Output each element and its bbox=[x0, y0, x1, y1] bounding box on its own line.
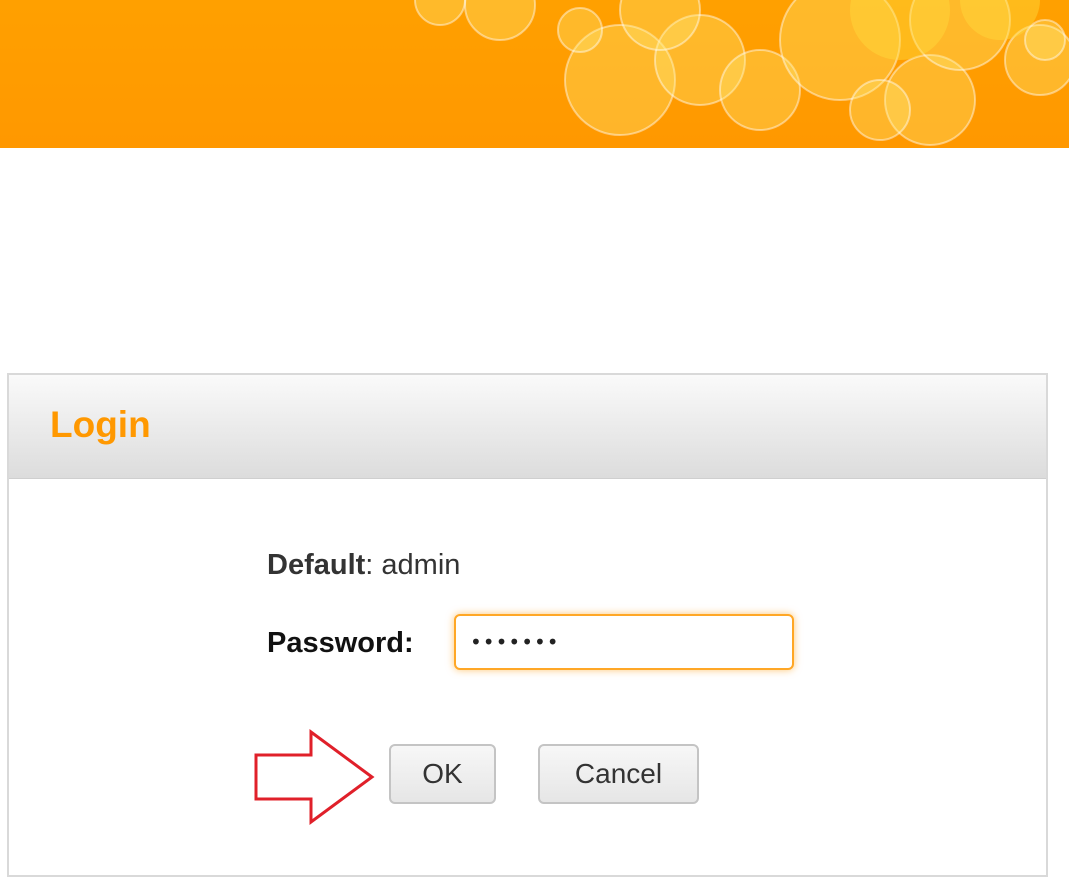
password-label: Password: bbox=[267, 627, 414, 659]
ok-button[interactable]: OK bbox=[389, 744, 496, 804]
login-panel-header: Login bbox=[9, 375, 1046, 479]
password-input[interactable] bbox=[454, 614, 794, 670]
arrow-right-icon bbox=[254, 729, 375, 825]
bubbles-decoration bbox=[414, 0, 1069, 146]
login-panel: Login Default: admin Password: OK Cancel bbox=[7, 373, 1048, 877]
cancel-button[interactable]: Cancel bbox=[538, 744, 699, 804]
login-title: Login bbox=[50, 404, 151, 445]
default-label: Default bbox=[267, 549, 366, 581]
header-banner bbox=[0, 0, 1069, 148]
default-hint: Default: admin bbox=[267, 549, 460, 582]
default-value: : admin bbox=[365, 549, 461, 581]
page: Login Default: admin Password: OK Cancel bbox=[0, 0, 1069, 885]
